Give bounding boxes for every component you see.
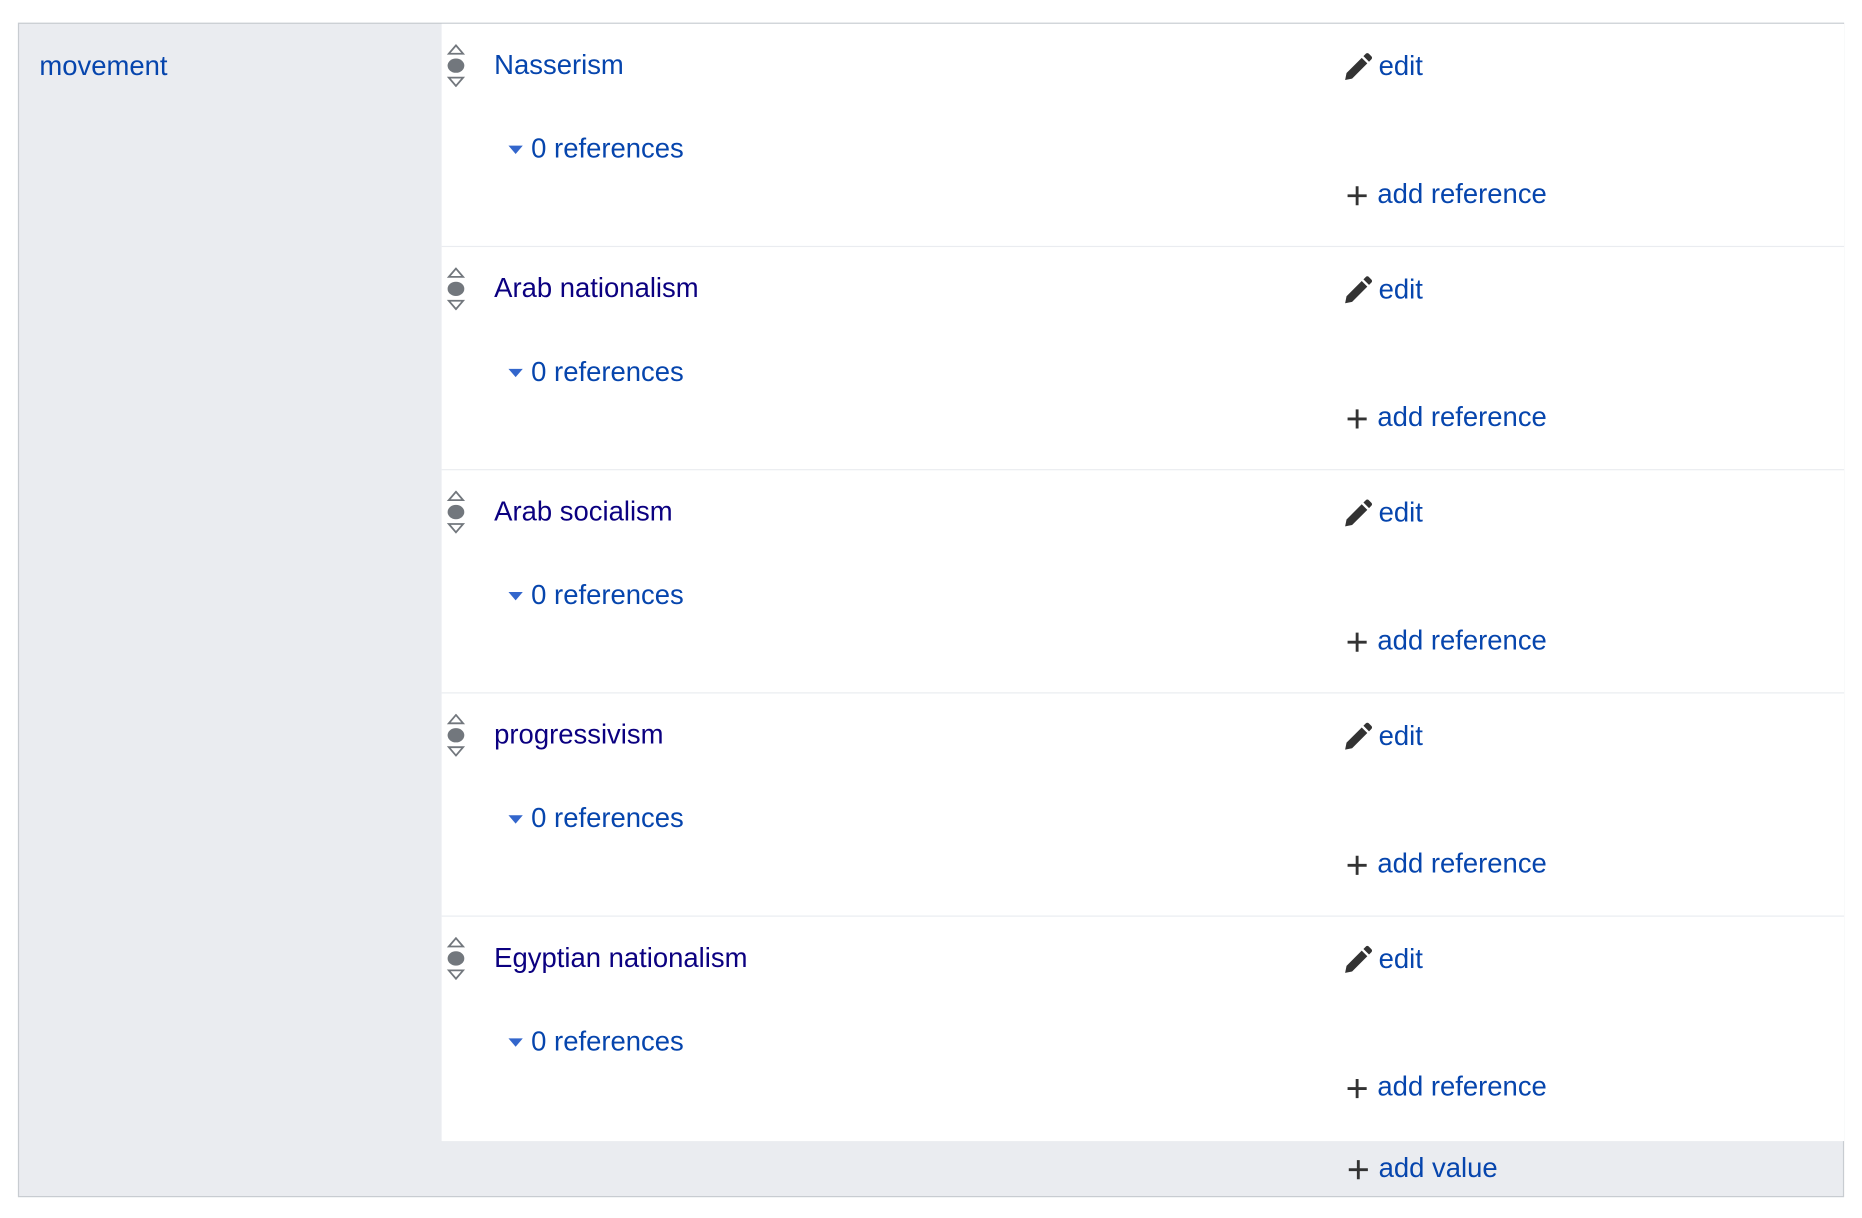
plus-icon <box>1347 1078 1367 1098</box>
add-reference-button[interactable]: add reference <box>1346 847 1547 879</box>
statement-value-link[interactable]: progressivism <box>494 719 663 751</box>
pencil-icon <box>1345 498 1373 526</box>
chevron-down-icon <box>508 1038 523 1047</box>
plus-icon <box>1347 185 1367 205</box>
add-reference-label: add reference <box>1377 1070 1547 1102</box>
add-value-label: add value <box>1378 1151 1498 1183</box>
edit-button[interactable]: edit <box>1343 50 1423 82</box>
add-reference-label: add reference <box>1377 401 1547 433</box>
rank-selector-icon[interactable] <box>446 43 466 88</box>
references-toggle[interactable]: 0 references <box>508 802 684 834</box>
edit-label: edit <box>1378 496 1423 528</box>
add-reference-label: add reference <box>1377 177 1547 209</box>
edit-label: edit <box>1378 50 1423 82</box>
statement-list: Nasserism 0 references edit add referenc… <box>441 23 1845 1142</box>
edit-button[interactable]: edit <box>1343 720 1423 752</box>
pencil-icon <box>1345 275 1373 303</box>
plus-icon <box>1348 1159 1368 1179</box>
pencil-icon <box>1345 945 1373 973</box>
plus-icon <box>1347 632 1367 652</box>
add-reference-label: add reference <box>1377 847 1547 879</box>
statement-value-link[interactable]: Egyptian nationalism <box>494 942 747 974</box>
add-value-button[interactable]: add value <box>1348 1152 1498 1184</box>
chevron-down-icon <box>508 815 523 824</box>
statement-group-movement: movement Nasserism 0 references edit add… <box>17 22 1845 1198</box>
property-label[interactable]: movement <box>39 50 167 82</box>
statement: Nasserism 0 references edit add referenc… <box>441 24 1845 248</box>
references-toggle[interactable]: 0 references <box>508 578 684 611</box>
edit-label: edit <box>1378 942 1423 974</box>
plus-icon <box>1347 408 1367 428</box>
chevron-down-icon <box>508 592 523 601</box>
add-reference-button[interactable]: add reference <box>1346 177 1547 210</box>
statement: Egyptian nationalism 0 references edit a… <box>442 917 1844 1141</box>
statement-value-link[interactable]: Arab socialism <box>494 495 672 527</box>
pencil-icon <box>1345 52 1373 80</box>
add-reference-button[interactable]: add reference <box>1346 624 1547 656</box>
edit-button[interactable]: edit <box>1343 497 1423 529</box>
references-count: 0 references <box>531 578 684 610</box>
plus-icon <box>1347 855 1367 875</box>
rank-selector-icon[interactable] <box>446 713 466 757</box>
chevron-down-icon <box>508 368 523 378</box>
statement: Arab nationalism 0 references edit add r… <box>441 247 1845 471</box>
add-reference-button[interactable]: add reference <box>1346 401 1547 433</box>
rank-selector-icon[interactable] <box>446 490 466 534</box>
statement-value-link[interactable]: Nasserism <box>494 49 624 81</box>
references-toggle[interactable]: 0 references <box>508 1025 684 1057</box>
references-count: 0 references <box>531 802 684 834</box>
references-count: 0 references <box>531 355 684 387</box>
edit-button[interactable]: edit <box>1343 943 1423 975</box>
statement: progressivism 0 references edit add refe… <box>441 693 1845 917</box>
chevron-down-icon <box>508 145 523 154</box>
rank-selector-icon[interactable] <box>446 267 466 311</box>
add-reference-button[interactable]: add reference <box>1346 1070 1547 1103</box>
edit-button[interactable]: edit <box>1343 273 1423 305</box>
references-toggle[interactable]: 0 references <box>508 355 684 388</box>
edit-label: edit <box>1378 719 1423 751</box>
rank-selector-icon[interactable] <box>446 936 466 981</box>
add-reference-label: add reference <box>1377 624 1547 656</box>
statement-value-link[interactable]: Arab nationalism <box>494 272 698 304</box>
statement: Arab socialism 0 references edit add ref… <box>441 470 1845 694</box>
references-count: 0 references <box>531 132 684 164</box>
edit-label: edit <box>1378 273 1423 305</box>
pencil-icon <box>1345 722 1373 750</box>
references-count: 0 references <box>531 1025 684 1057</box>
references-toggle[interactable]: 0 references <box>508 132 684 164</box>
